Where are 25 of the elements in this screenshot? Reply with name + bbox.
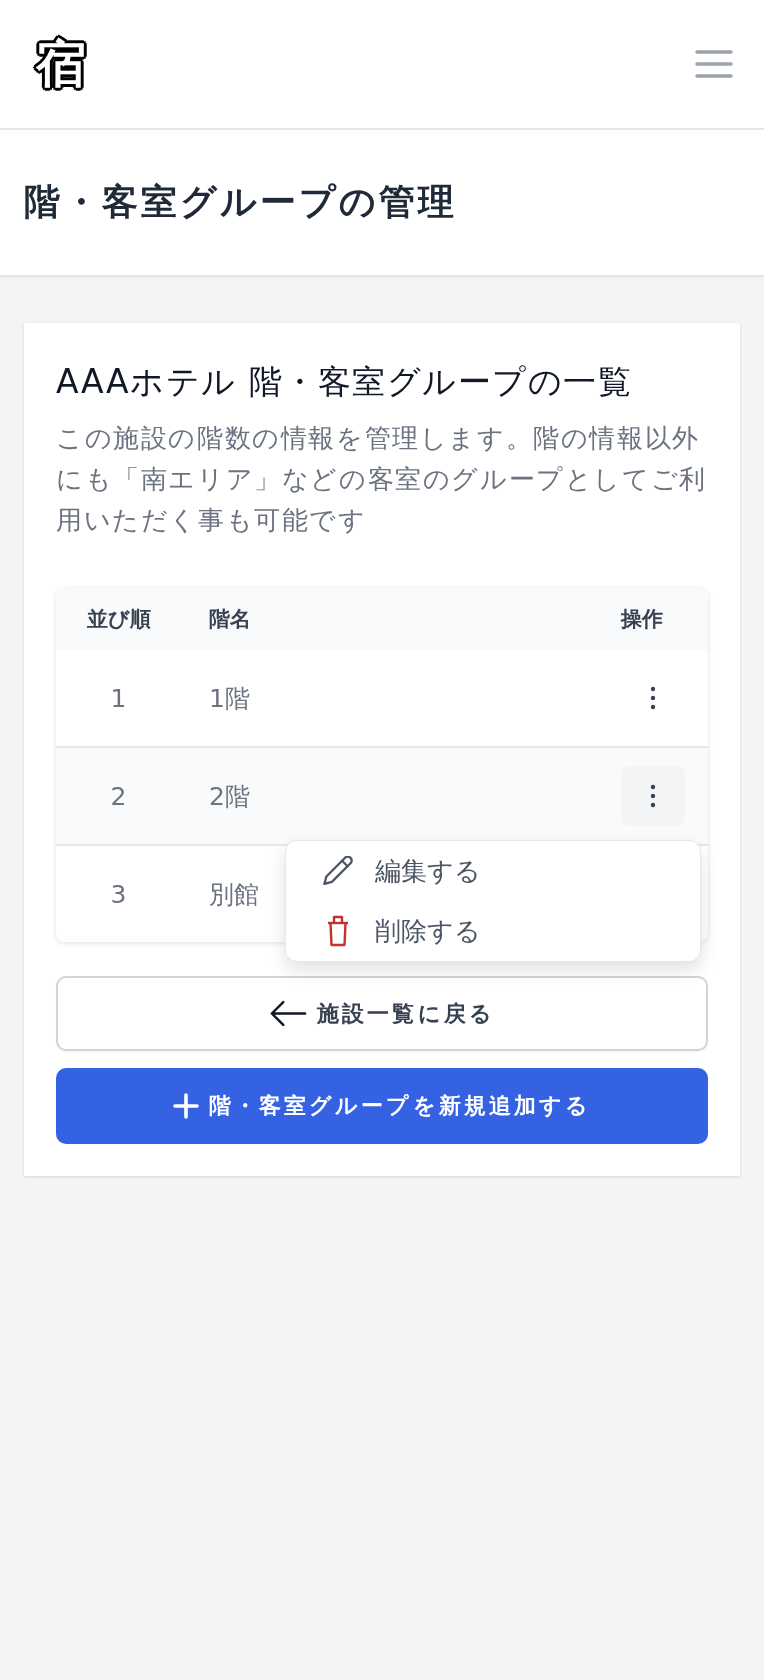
name-cell-text: 1階 (209, 682, 250, 715)
menu-item[interactable]: 削除する (286, 901, 700, 961)
trash-icon (326, 915, 350, 947)
back-button[interactable]: 施設一覧に戻る (56, 976, 708, 1051)
pencil-icon (323, 856, 353, 886)
card-description: この施設の階数の情報を管理します。階の情報以外にも「南エリア」などの客室のグループとしてご利用いただく事も可能です (56, 422, 708, 537)
order-cell: 3 (110, 879, 127, 909)
more-button[interactable] (621, 766, 685, 826)
column-header: 階名 (209, 606, 251, 633)
column-header: 操作 (621, 606, 663, 633)
menu-icon[interactable] (695, 50, 733, 78)
order-cell: 1 (110, 683, 127, 713)
add-button[interactable]: 階・客室グループを新規追加する (56, 1068, 708, 1144)
table-row[interactable]: 2 2階 (56, 748, 708, 846)
three-dots-icon (650, 784, 656, 808)
plus-icon (172, 1093, 199, 1119)
name-cell-text: 2階 (209, 780, 250, 813)
name-cell-text: 別館 (209, 878, 259, 911)
logo[interactable]: 宿 (32, 35, 90, 93)
column-header: 並び順 (86, 606, 151, 633)
three-dots-icon (650, 686, 656, 710)
arrow-left-icon (269, 1000, 308, 1027)
order-cell: 2 (110, 781, 127, 811)
page-title: 階・客室グループの管理 (24, 180, 457, 224)
card-title: AAAホテル 階・客室グループの一覧 (56, 361, 634, 403)
